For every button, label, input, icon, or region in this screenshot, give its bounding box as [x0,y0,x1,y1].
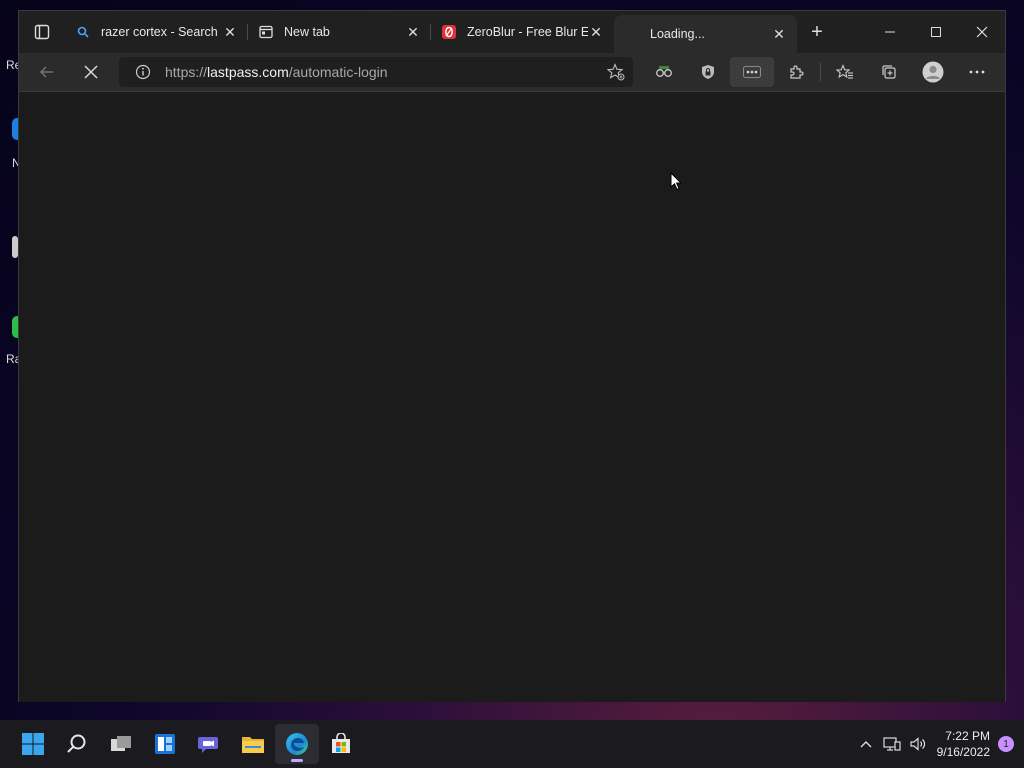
back-arrow-icon [40,66,53,78]
tab-title: razer cortex - Search [101,25,218,39]
toolbar-extensions [642,57,999,87]
active-app-indicator [291,759,303,762]
lastpass-icon [743,66,761,78]
close-tab-icon[interactable]: ✕ [405,24,421,40]
volume-button[interactable] [905,729,931,759]
newtab-icon [258,24,274,40]
lastpass-extension-button[interactable] [730,57,774,87]
store-bag-icon [332,733,350,753]
more-dots-icon [969,70,985,74]
desktop-icons: Re N Ra [0,0,22,720]
stop-loading-button[interactable] [73,57,109,87]
system-tray: 7:22 PM 9/16/2022 1 [853,720,1014,768]
stop-icon [84,65,98,79]
mouse-cursor-icon [670,172,682,191]
tab-title: New tab [284,25,330,39]
url-scheme: https:// [165,64,208,80]
file-explorer-button[interactable] [231,724,275,764]
notification-badge[interactable]: 1 [998,736,1014,752]
tab-title: ZeroBlur - Free Blur Ex [467,25,588,39]
zeroblur-icon [441,24,457,40]
site-info-icon[interactable] [135,64,151,80]
search-icon [75,24,91,40]
start-button[interactable] [11,724,55,764]
extensions-button[interactable] [774,57,818,87]
favorites-star-icon [836,64,853,79]
edge-taskbar-button[interactable] [275,724,319,764]
widgets-button[interactable] [143,724,187,764]
extension-button[interactable] [686,57,730,87]
tab-razer-search[interactable]: razer cortex - Search ✕ [65,15,248,49]
widgets-icon [155,734,175,754]
profile-button[interactable] [911,57,955,87]
task-view-button[interactable] [99,724,143,764]
glasses-extension-icon [656,66,672,77]
edge-browser-icon [286,733,308,755]
chevron-up-icon [860,741,872,748]
plus-icon: + [811,20,823,43]
window-controls [867,11,1005,53]
settings-more-button[interactable] [955,57,999,87]
minimize-icon [885,31,895,33]
microsoft-store-button[interactable] [319,724,363,764]
clock-date: 9/16/2022 [936,745,990,759]
folder-icon [242,737,264,753]
close-tab-icon[interactable]: ✕ [222,24,238,40]
browser-window: razer cortex - Search ✕ New tab ✕ ZeroBl… [18,10,1006,702]
tab-new-tab[interactable]: New tab ✕ [248,15,431,49]
puzzle-icon [790,65,804,79]
close-tab-icon[interactable]: ✕ [771,26,787,42]
windows-logo-icon [22,733,44,755]
teams-chat-button[interactable] [187,724,231,764]
collections-icon [882,65,896,79]
minimize-button[interactable] [867,11,913,53]
extension-button[interactable] [642,57,686,87]
collections-button[interactable] [867,57,911,87]
taskbar-search-button[interactable] [55,724,99,764]
page-content [19,91,1005,702]
tab-zeroblur[interactable]: ZeroBlur - Free Blur Ex ✕ [431,15,614,49]
close-tab-icon[interactable]: ✕ [588,24,604,40]
network-icon [883,737,901,751]
add-favorite-icon[interactable] [607,63,625,81]
favorites-button[interactable] [823,57,867,87]
maximize-button[interactable] [913,11,959,53]
url-host: lastpass.com [207,64,289,80]
clock-time: 7:22 PM [945,729,990,743]
address-bar[interactable]: https://lastpass.com/automatic-login [119,57,633,87]
tab-title: Loading... [650,27,705,41]
back-button[interactable] [29,57,65,87]
tab-loading[interactable]: Loading... ✕ [614,15,797,53]
speaker-icon [910,737,925,751]
shield-lock-icon [702,65,714,79]
show-hidden-icons-button[interactable] [853,729,879,759]
tab-actions-button[interactable] [19,11,65,53]
close-window-button[interactable] [959,11,1005,53]
navigation-toolbar: https://lastpass.com/automatic-login [19,53,1005,91]
avatar-icon [922,61,944,83]
chat-icon [198,737,218,753]
taskbar: 7:22 PM 9/16/2022 1 [0,720,1024,768]
maximize-icon [931,27,941,37]
network-button[interactable] [879,729,905,759]
loading-placeholder-icon [624,26,640,42]
clock[interactable]: 7:22 PM 9/16/2022 [937,728,990,760]
new-tab-button[interactable]: + [799,15,835,49]
tab-strip: razer cortex - Search ✕ New tab ✕ ZeroBl… [19,11,1005,53]
search-icon [67,734,86,753]
close-icon [976,26,988,38]
toolbar-divider [820,63,821,81]
tab-actions-icon [34,24,50,40]
task-view-icon [111,736,131,751]
url-path: /automatic-login [288,64,388,80]
